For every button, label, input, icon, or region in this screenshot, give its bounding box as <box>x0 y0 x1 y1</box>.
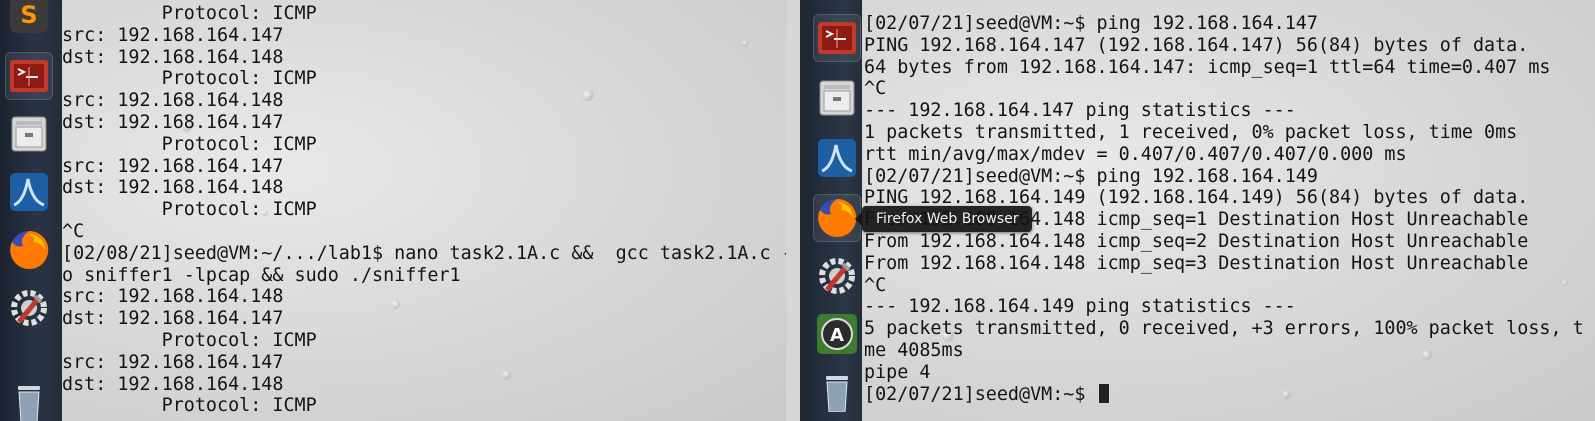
terminal-line: src: 192.168.164.147 <box>62 351 284 373</box>
terminal-line: [02/07/21]seed@VM:~$ ping 192.168.164.14… <box>864 165 1318 187</box>
terminal-line: From 192.168.164.148 icmp_seq=2 Destinat… <box>864 230 1529 252</box>
launcher-left: S <box>0 0 62 421</box>
wireshark-icon[interactable] <box>5 168 53 216</box>
terminal-line: ^C <box>864 274 887 296</box>
terminal-line: Protocol: ICMP <box>62 395 317 417</box>
terminal-line: Protocol: ICMP <box>62 3 317 24</box>
trash-icon[interactable] <box>5 378 53 421</box>
terminal-prompt: [02/07/21]seed@VM:~$ <box>864 383 1097 405</box>
terminal-line: ^C <box>62 220 85 242</box>
terminal-icon[interactable] <box>5 52 53 100</box>
left-scrollbar[interactable] <box>786 0 800 421</box>
firefox-icon[interactable] <box>813 194 861 242</box>
terminal-line: dst: 192.168.164.148 <box>62 46 284 68</box>
terminal-line: o sniffer1 -lpcap && sudo ./sniffer1 <box>62 264 461 286</box>
sublime-text-icon[interactable]: S <box>5 0 53 38</box>
terminal-line: rtt min/avg/max/mdev = 0.407/0.407/0.407… <box>864 143 1407 165</box>
terminal-line: 5 packets transmitted, 0 received, +3 er… <box>864 318 1584 340</box>
left-terminal-output: Protocol: ICMP src: 192.168.164.147 dst:… <box>62 3 793 417</box>
terminal-line: src: 192.168.164.148 <box>62 286 284 308</box>
terminal-line: 64 bytes from 192.168.164.147: icmp_seq=… <box>864 56 1551 78</box>
firefox-icon[interactable] <box>5 226 53 274</box>
update-icon[interactable]: A <box>813 310 861 358</box>
terminal-line: dst: 192.168.164.148 <box>62 177 284 199</box>
terminal-line: --- 192.168.164.149 ping statistics --- <box>864 296 1296 318</box>
settings-icon[interactable] <box>813 252 861 300</box>
terminal-prompt-line[interactable]: [02/07/21]seed@VM:~$ <box>862 383 1595 406</box>
terminal-line: [02/08/21]seed@VM:~/.../lab1$ nano task2… <box>62 242 793 264</box>
firefox-tooltip: Firefox Web Browser <box>855 206 1032 232</box>
terminal-line: Protocol: ICMP <box>62 329 317 351</box>
file-manager-icon[interactable] <box>813 74 861 122</box>
terminal-line: From 192.168.164.148 icmp_seq=3 Destinat… <box>864 252 1529 274</box>
svg-text:S: S <box>20 1 37 29</box>
terminal-line: PING 192.168.164.147 (192.168.164.147) 5… <box>864 34 1529 56</box>
wireshark-icon[interactable] <box>813 134 861 182</box>
terminal-line: dst: 192.168.164.147 <box>62 111 284 133</box>
launcher-right: A <box>808 0 868 421</box>
settings-icon[interactable] <box>5 284 53 332</box>
trash-icon[interactable] <box>813 368 861 416</box>
terminal-line: src: 192.168.164.147 <box>62 155 284 177</box>
terminal-icon[interactable] <box>813 14 861 62</box>
left-terminal[interactable]: Protocol: ICMP src: 192.168.164.147 dst:… <box>62 0 793 421</box>
terminal-line: --- 192.168.164.147 ping statistics --- <box>864 100 1296 122</box>
terminal-line: dst: 192.168.164.147 <box>62 308 284 330</box>
svg-text:A: A <box>830 325 844 346</box>
terminal-line: Protocol: ICMP <box>62 199 317 221</box>
terminal-line: ^C <box>864 78 887 100</box>
terminal-line: pipe 4 <box>864 361 931 383</box>
left-window: S Protocol: ICMP src: 192.168.164.147 ds… <box>0 0 800 421</box>
terminal-line: src: 192.168.164.148 <box>62 90 284 112</box>
file-manager-icon[interactable] <box>5 110 53 158</box>
background-window-sliver <box>800 0 808 421</box>
terminal-line: [02/07/21]seed@VM:~$ ping 192.168.164.14… <box>864 13 1318 34</box>
terminal-line: 1 packets transmitted, 1 received, 0% pa… <box>864 121 1518 143</box>
text-cursor <box>1098 383 1109 403</box>
terminal-line: Protocol: ICMP <box>62 68 317 90</box>
terminal-line: src: 192.168.164.147 <box>62 24 284 46</box>
terminal-line: dst: 192.168.164.148 <box>62 373 284 395</box>
terminal-line: me 4085ms <box>864 339 964 361</box>
terminal-line: Protocol: ICMP <box>62 133 317 155</box>
